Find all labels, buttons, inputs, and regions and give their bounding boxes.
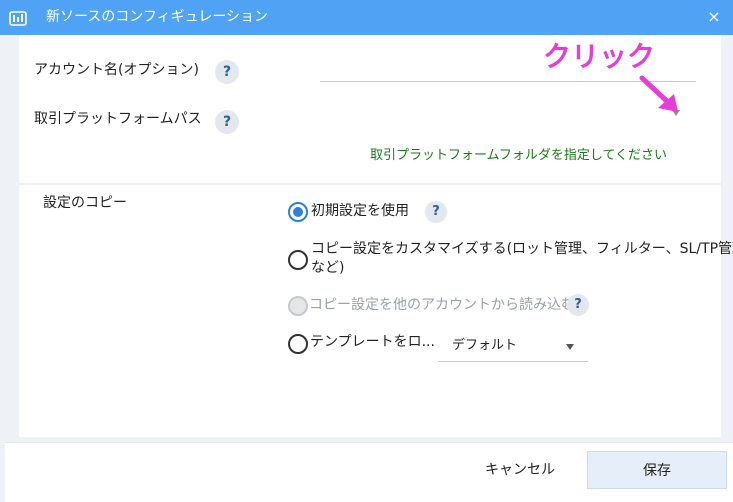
account-name-label: アカウント名(オプション)	[34, 62, 199, 78]
option-customize-label-line1: コピー設定をカスタマイズする(ロット管理、フィルター、SL/TP管理	[311, 241, 733, 257]
option-use-defaults-label: 初期設定を使用	[311, 203, 409, 219]
save-button[interactable]: 保存	[587, 451, 727, 489]
close-icon[interactable]: ×	[705, 7, 723, 27]
template-select[interactable]: デフォルト	[438, 332, 588, 362]
radio-load-template[interactable]	[288, 334, 308, 354]
use-defaults-help-icon[interactable]: ?	[425, 201, 447, 223]
annotation-arrow-icon	[639, 75, 678, 112]
copy-settings-label: 設定のコピー	[43, 195, 127, 211]
account-help-icon[interactable]: ?	[215, 60, 239, 84]
template-select-value: デフォルト	[452, 338, 518, 353]
load-from-account-help-icon[interactable]: ?	[567, 294, 589, 316]
platform-path-help-icon[interactable]: ?	[215, 110, 239, 134]
option-load-from-account-label: コピー設定を他のアカウントから読み込む	[309, 297, 575, 313]
click-annotation: クリック	[543, 40, 656, 73]
window-title: 新ソースのコンフィギュレーション	[46, 9, 269, 25]
radio-use-defaults[interactable]	[288, 202, 308, 222]
dialog-footer: キャンセル 保存	[5, 442, 733, 502]
title-bar: 新ソースのコンフィギュレーション ×	[0, 0, 733, 35]
option-customize-label-line2: など)	[311, 260, 345, 276]
cancel-button[interactable]: キャンセル	[460, 451, 580, 489]
radio-load-from-account	[288, 296, 308, 316]
radio-customize[interactable]	[288, 250, 308, 270]
platform-path-label: 取引プラットフォームパス	[34, 111, 202, 127]
option-load-template-label: テンプレートをロ...	[310, 334, 435, 350]
app-logo-icon	[9, 11, 27, 26]
chevron-down-icon	[566, 344, 574, 350]
platform-path-hint: 取引プラットフォームフォルダを指定してください	[370, 148, 668, 163]
